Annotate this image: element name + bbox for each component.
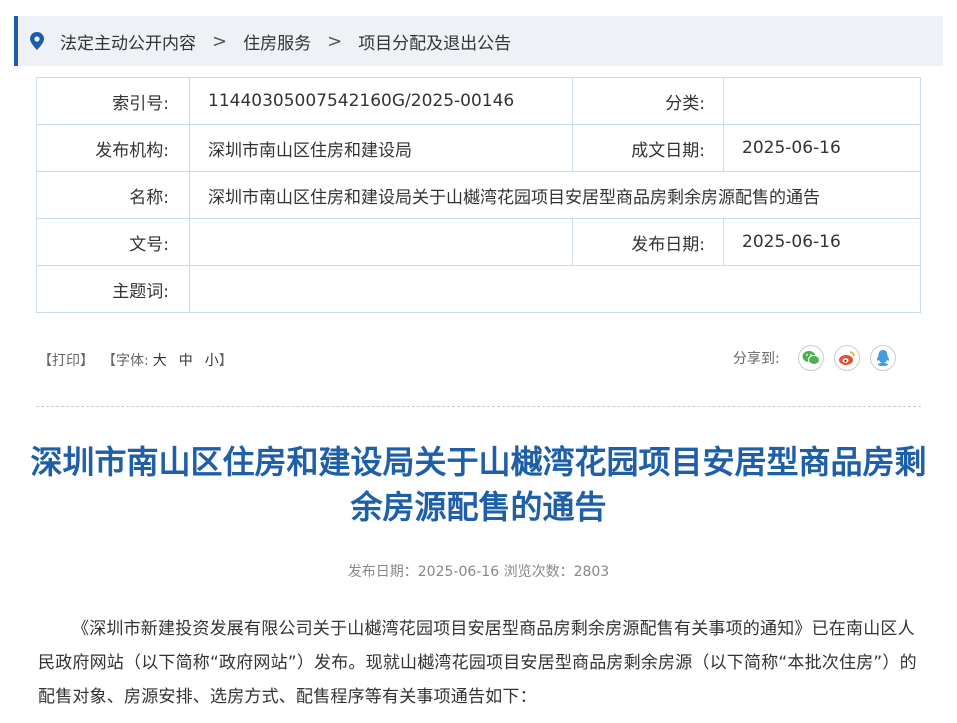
article-paragraph: 《深圳市新建投资发展有限公司关于山樾湾花园项目安居型商品房剩余房源配售有关事项的… xyxy=(38,619,917,707)
index-value: 11440305007542160G/2025-00146 xyxy=(189,77,573,125)
subject-label: 主题词: xyxy=(36,265,190,313)
print-button[interactable]: 【打印】 xyxy=(38,350,94,370)
doc-no-label: 文号: xyxy=(36,218,190,266)
divider xyxy=(36,406,921,407)
article-tools: 【打印】 【字体: 大 中 小 】 xyxy=(38,350,233,370)
location-pin-icon xyxy=(30,32,44,50)
written-date-label: 成文日期: xyxy=(572,124,724,172)
publisher-value: 深圳市南山区住房和建设局 xyxy=(189,124,573,172)
subject-value xyxy=(189,265,921,313)
qq-icon xyxy=(876,350,889,367)
font-size-prefix: 【字体: xyxy=(102,353,149,369)
breadcrumb-item-public-content[interactable]: 法定主动公开内容 xyxy=(60,29,196,54)
font-small-button[interactable]: 小 xyxy=(205,350,219,370)
meta-row: 名称: 深圳市南山区住房和建设局关于山樾湾花园项目安居型商品房剩余房源配售的通告 xyxy=(36,171,921,219)
share-bar: 分享到: xyxy=(733,345,896,371)
weibo-icon xyxy=(838,351,855,365)
category-value xyxy=(723,77,921,125)
article-title: 深圳市南山区住房和建设局关于山樾湾花园项目安居型商品房剩余房源配售的通告 xyxy=(30,443,927,526)
breadcrumb: 法定主动公开内容 > 住房服务 > 项目分配及退出公告 xyxy=(14,16,943,66)
publish-date-value: 2025-06-16 xyxy=(723,218,921,266)
breadcrumb-separator: > xyxy=(327,30,343,52)
breadcrumb-separator: > xyxy=(212,30,228,52)
font-large-button[interactable]: 大 xyxy=(153,350,167,370)
meta-row: 主题词: xyxy=(36,265,921,313)
written-date-value: 2025-06-16 xyxy=(723,124,921,172)
category-label: 分类: xyxy=(572,77,724,125)
meta-row: 索引号: 11440305007542160G/2025-00146 分类: xyxy=(36,77,921,125)
name-label: 名称: xyxy=(36,171,190,219)
article-publish-info: 发布日期：2025-06-16 浏览次数：2803 xyxy=(347,564,610,580)
font-size-suffix: 】 xyxy=(218,353,233,369)
share-label: 分享到: xyxy=(733,351,780,367)
breadcrumb-item-project-notices[interactable]: 项目分配及退出公告 xyxy=(358,29,511,54)
index-label: 索引号: xyxy=(36,77,190,125)
wechat-share-button[interactable] xyxy=(797,345,824,371)
document-meta-table: 索引号: 11440305007542160G/2025-00146 分类: 发… xyxy=(36,77,921,313)
qq-share-button[interactable] xyxy=(869,345,896,371)
name-value: 深圳市南山区住房和建设局关于山樾湾花园项目安居型商品房剩余房源配售的通告 xyxy=(189,171,921,219)
weibo-share-button[interactable] xyxy=(833,345,860,371)
publish-date-label: 发布日期: xyxy=(572,218,724,266)
doc-no-value xyxy=(189,218,573,266)
wechat-icon xyxy=(802,351,820,365)
meta-row: 文号: 发布日期: 2025-06-16 xyxy=(36,218,921,266)
meta-row: 发布机构: 深圳市南山区住房和建设局 成文日期: 2025-06-16 xyxy=(36,124,921,172)
publisher-label: 发布机构: xyxy=(36,124,190,172)
font-medium-button[interactable]: 中 xyxy=(179,350,193,370)
breadcrumb-item-housing-service[interactable]: 住房服务 xyxy=(243,29,311,54)
